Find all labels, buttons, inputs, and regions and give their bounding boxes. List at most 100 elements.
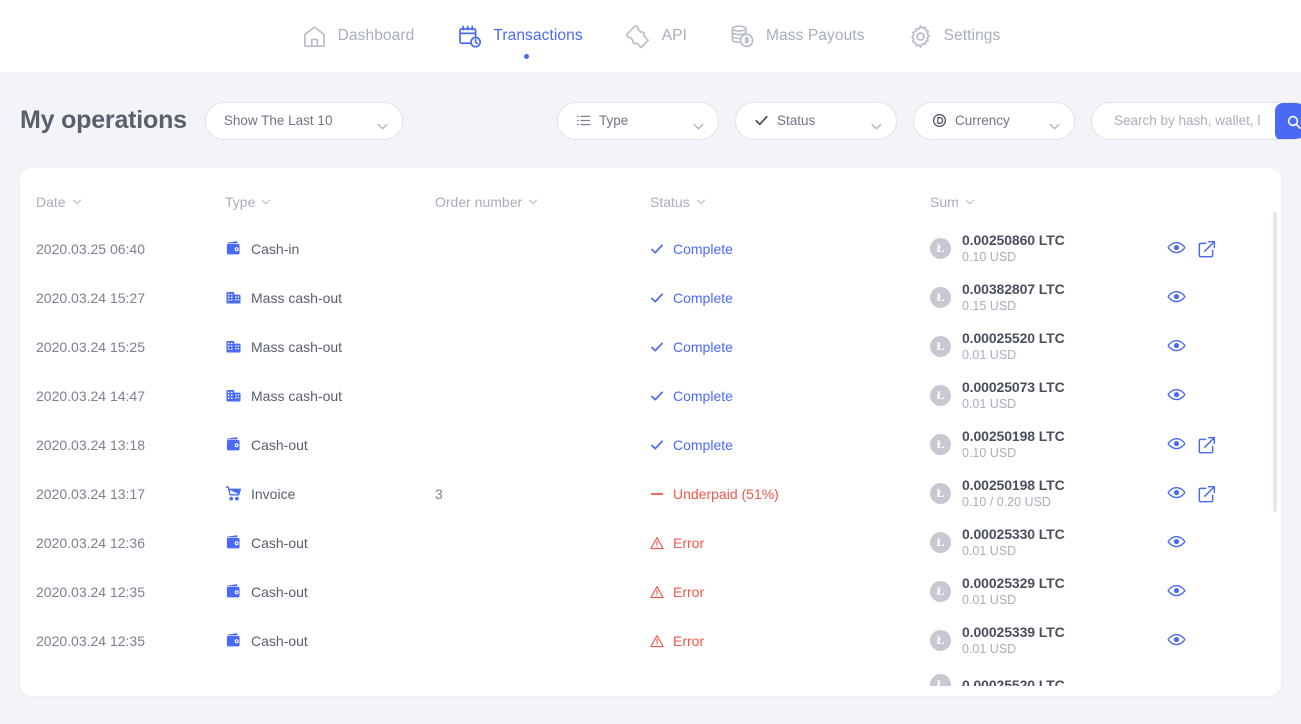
- external-link-icon[interactable]: [1197, 436, 1216, 454]
- nav-item-settings[interactable]: Settings: [886, 0, 1022, 73]
- column-header-actions: [1161, 168, 1281, 224]
- status-badge: Complete: [650, 388, 930, 404]
- table-row[interactable]: 2020.03.24 12:35 Cash-out Error Ł 0.00025329…: [20, 567, 1281, 616]
- external-link-icon[interactable]: [1197, 240, 1216, 258]
- nav-item-transactions[interactable]: Transactions: [435, 0, 603, 73]
- column-header-type[interactable]: Type: [225, 168, 435, 224]
- table-row-partial[interactable]: Ł 0.00025520 LTC: [20, 665, 1281, 695]
- table-row[interactable]: 2020.03.24 15:25 Mass cash-out Complete Ł 0.…: [20, 322, 1281, 371]
- eye-icon[interactable]: [1167, 240, 1186, 257]
- search-icon: [1287, 115, 1301, 129]
- cell-type: Mass cash-out: [225, 371, 435, 420]
- sum-fiat: 0.10 / 0.20 USD: [962, 495, 1051, 509]
- cell-sum: Ł 0.00025329 LTC 0.01 USD: [930, 567, 1161, 616]
- coins-icon: [729, 23, 756, 50]
- gear-icon: [907, 23, 934, 50]
- column-header-date[interactable]: Date: [20, 168, 225, 224]
- show-last-label: Show The Last 10: [223, 113, 333, 128]
- cell-status: Complete: [650, 322, 930, 371]
- status-label: Complete: [673, 338, 733, 355]
- cell-date: 2020.03.24 13:17: [36, 485, 145, 502]
- external-link-icon[interactable]: [1197, 485, 1216, 503]
- sum-crypto: 0.00025339 LTC: [962, 624, 1065, 640]
- column-header-status[interactable]: Status: [650, 168, 930, 224]
- wallet-icon: [225, 436, 242, 453]
- sum-crypto: 0.00382807 LTC: [962, 281, 1065, 297]
- active-tab-indicator: [523, 53, 529, 59]
- table-row[interactable]: 2020.03.24 12:35 Cash-out Error Ł 0.00025339…: [20, 616, 1281, 665]
- cell-sum: Ł 0.00250198 LTC 0.10 / 0.20 USD: [930, 469, 1161, 518]
- eye-icon[interactable]: [1167, 485, 1186, 502]
- status-label: Error: [673, 632, 705, 649]
- status-badge: Error: [650, 633, 930, 649]
- nav-item-mass-payouts[interactable]: Mass Payouts: [708, 0, 886, 73]
- litecoin-icon: Ł: [930, 434, 951, 455]
- eye-icon[interactable]: [1167, 632, 1186, 649]
- chevron-down-icon: [377, 117, 388, 129]
- nav-item-dashboard[interactable]: Dashboard: [280, 0, 436, 73]
- eye-icon[interactable]: [1167, 289, 1186, 306]
- cell-sum: Ł 0.00025520 LTC: [930, 665, 1161, 695]
- cell-type: Mass cash-out: [225, 322, 435, 371]
- wallet-icon: [225, 632, 242, 649]
- cell-actions: [1161, 371, 1281, 420]
- table-row[interactable]: 2020.03.24 15:27 Mass cash-out Complete Ł 0.…: [20, 273, 1281, 322]
- show-last-dropdown[interactable]: Show The Last 10: [204, 101, 403, 140]
- column-header-sum[interactable]: Sum: [930, 168, 1161, 224]
- cell-date: 2020.03.24 12:36: [36, 534, 145, 551]
- column-label: Sum: [930, 194, 959, 210]
- table-row[interactable]: 2020.03.24 13:17 Invoice 3 Underpaid (51%) Ł…: [20, 469, 1281, 518]
- cell-status: Complete: [650, 224, 930, 273]
- cell-date: 2020.03.24 15:25: [36, 338, 145, 355]
- sum-crypto: 0.00250860 LTC: [962, 232, 1065, 248]
- eye-icon[interactable]: [1167, 338, 1186, 355]
- column-label: Status: [650, 194, 690, 210]
- eye-icon[interactable]: [1167, 583, 1186, 600]
- cell-order-number: [435, 518, 650, 567]
- sum-fiat: 0.15 USD: [962, 299, 1017, 313]
- sum-fiat: 0.01 USD: [962, 642, 1017, 656]
- home-icon: [301, 23, 328, 50]
- building-icon: [225, 289, 242, 306]
- currency-filter-dropdown[interactable]: Currency: [913, 101, 1075, 140]
- status-filter-dropdown[interactable]: Status: [735, 101, 897, 140]
- nav-item-api[interactable]: API: [604, 0, 708, 73]
- cell-status: Complete: [650, 371, 930, 420]
- litecoin-icon: Ł: [930, 581, 951, 602]
- cell-sum: Ł 0.00025339 LTC 0.01 USD: [930, 616, 1161, 665]
- cell-type: Cash-out: [225, 518, 435, 567]
- eye-icon[interactable]: [1167, 387, 1186, 404]
- sum-crypto: 0.00025329 LTC: [962, 575, 1065, 591]
- type-filter-label: Type: [599, 113, 629, 128]
- check-status-icon: [650, 389, 664, 403]
- type-filter-dropdown[interactable]: Type: [557, 101, 719, 140]
- building-icon: [225, 387, 242, 404]
- cell-sum: Ł 0.00025330 LTC 0.01 USD: [930, 518, 1161, 567]
- litecoin-icon: Ł: [930, 238, 951, 259]
- chevron-down-icon: [693, 117, 704, 129]
- table-row[interactable]: 2020.03.24 13:18 Cash-out Complete Ł 0.00250…: [20, 420, 1281, 469]
- chevron-down-icon: [1049, 117, 1060, 129]
- litecoin-icon: Ł: [930, 336, 951, 357]
- table-row[interactable]: 2020.03.24 14:47 Mass cash-out Complete Ł 0.…: [20, 371, 1281, 420]
- building-icon: [225, 338, 242, 355]
- cell-actions: [1161, 273, 1281, 322]
- search-input[interactable]: [1114, 113, 1274, 128]
- cell-actions: [1161, 469, 1281, 518]
- eye-icon[interactable]: [1167, 436, 1186, 453]
- eye-icon[interactable]: [1167, 534, 1186, 551]
- search-submit-button[interactable]: [1275, 102, 1301, 139]
- cell-actions: [1161, 224, 1281, 273]
- cell-order-number: [435, 567, 650, 616]
- sum-crypto: 0.00250198 LTC: [962, 428, 1065, 444]
- search-box[interactable]: [1091, 101, 1301, 140]
- table-row[interactable]: 2020.03.25 06:40 Cash-in Complete Ł 0.002508…: [20, 224, 1281, 273]
- cell-type: Cash-out: [225, 420, 435, 469]
- cell-status: Underpaid (51%): [650, 469, 930, 518]
- column-label: Type: [225, 194, 256, 210]
- cell-order-number: 3: [435, 485, 443, 502]
- cell-type: Cash-out: [225, 567, 435, 616]
- column-header-order-number[interactable]: Order number: [435, 168, 650, 224]
- table-row[interactable]: 2020.03.24 12:36 Cash-out Error Ł 0.00025330…: [20, 518, 1281, 567]
- sum-fiat: 0.01 USD: [962, 593, 1017, 607]
